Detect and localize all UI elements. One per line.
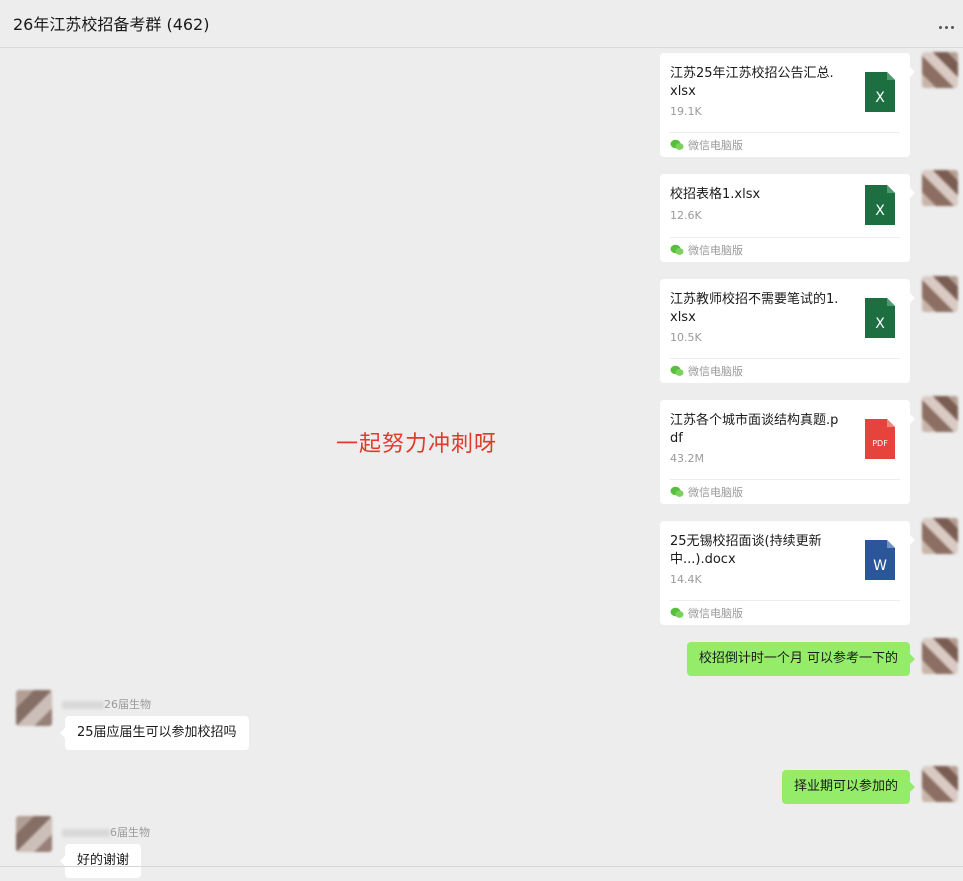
chat-header: 26年江苏校招备考群 (462) [0, 0, 963, 48]
file-name: 江苏各个城市面谈结构真题.pdf [670, 413, 839, 446]
wechat-icon [670, 607, 684, 618]
divider [670, 237, 900, 238]
avatar-other[interactable] [16, 690, 52, 726]
file-name: 校招表格1.xlsx [670, 187, 761, 202]
excel-file-icon: X [865, 72, 895, 112]
chat-message-area[interactable]: 一起努力冲刺呀 江苏25年江苏校招公告汇总.xlsx 19.1K X 微信电脑版… [0, 48, 963, 881]
divider [670, 600, 900, 601]
file-source-label: 微信电脑版 [688, 244, 743, 257]
file-icon-letter: PDF [872, 439, 888, 448]
wechat-icon [670, 365, 684, 376]
excel-file-icon: X [865, 185, 895, 225]
pdf-file-icon: PDF [865, 419, 895, 459]
file-size: 43.2M [670, 452, 704, 465]
file-source-label: 微信电脑版 [688, 486, 743, 499]
file-message-card[interactable]: 江苏25年江苏校招公告汇总.xlsx 19.1K X 微信电脑版 [660, 53, 915, 157]
blurred-name-redaction [62, 829, 110, 837]
file-message-card[interactable]: 25无锡校招面谈(持续更新中...).docx 14.4K W 微信电脑版 [660, 521, 915, 625]
message-bubble-self[interactable]: 校招倒计时一个月 可以参考一下的 [686, 642, 916, 676]
more-dots-icon[interactable] [937, 16, 957, 30]
avatar-self[interactable] [922, 766, 958, 802]
file-message-card[interactable]: 校招表格1.xlsx 12.6K X 微信电脑版 [660, 174, 915, 262]
file-size: 12.6K [670, 209, 702, 222]
avatar-self[interactable] [922, 518, 958, 554]
file-name: 25无锡校招面谈(持续更新中...).docx [670, 534, 822, 567]
file-source: 微信电脑版 [670, 605, 743, 621]
file-source-label: 微信电脑版 [688, 139, 743, 152]
message-bubble-other[interactable]: 好的谢谢 [59, 844, 142, 878]
file-size: 10.5K [670, 331, 702, 344]
file-source: 微信电脑版 [670, 137, 743, 153]
file-icon-letter: X [875, 90, 885, 106]
file-source: 微信电脑版 [670, 242, 743, 258]
wechat-icon [670, 486, 684, 497]
sender-name: 6届生物 [62, 824, 150, 840]
file-name: 江苏25年江苏校招公告汇总.xlsx [670, 66, 834, 99]
file-size: 19.1K [670, 105, 702, 118]
message-bubble-other[interactable]: 25届应届生可以参加校招吗 [60, 716, 249, 750]
file-source: 微信电脑版 [670, 484, 743, 500]
file-icon-letter: X [875, 316, 885, 332]
sender-name: 26届生物 [62, 696, 151, 712]
blurred-name-redaction [62, 701, 104, 709]
wechat-icon [670, 244, 684, 255]
file-size: 14.4K [670, 573, 702, 586]
avatar-self[interactable] [922, 396, 958, 432]
wechat-icon [670, 139, 684, 150]
avatar-self[interactable] [922, 638, 958, 674]
excel-file-icon: X [865, 298, 895, 338]
file-message-card[interactable]: 江苏各个城市面谈结构真题.pdf 43.2M PDF 微信电脑版 [660, 400, 915, 504]
divider [670, 132, 900, 133]
divider [670, 358, 900, 359]
divider [670, 479, 900, 480]
file-message-card[interactable]: 江苏教师校招不需要笔试的1.xlsx 10.5K X 微信电脑版 [660, 279, 915, 383]
file-source-label: 微信电脑版 [688, 607, 743, 620]
file-icon-letter: W [873, 558, 887, 574]
word-file-icon: W [865, 540, 895, 580]
overlay-caption: 一起努力冲刺呀 [336, 432, 498, 457]
file-name: 江苏教师校招不需要笔试的1.xlsx [670, 292, 839, 325]
file-icon-letter: X [875, 203, 885, 219]
input-area-divider [0, 866, 963, 867]
avatar-self[interactable] [922, 276, 958, 312]
message-bubble-self[interactable]: 择业期可以参加的 [781, 770, 916, 804]
file-source-label: 微信电脑版 [688, 365, 743, 378]
avatar-self[interactable] [922, 170, 958, 206]
chat-title: 26年江苏校招备考群 (462) [13, 15, 210, 34]
avatar-self[interactable] [922, 52, 958, 88]
file-source: 微信电脑版 [670, 363, 743, 379]
avatar-other[interactable] [16, 816, 52, 852]
